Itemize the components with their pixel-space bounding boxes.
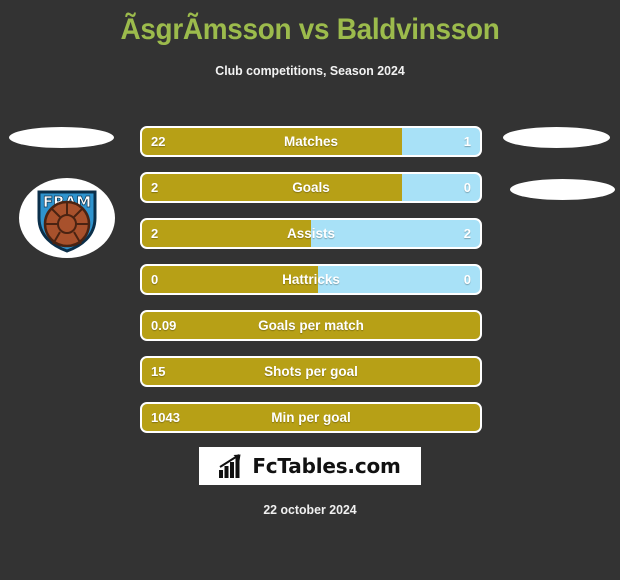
stat-label: Shots per goal xyxy=(264,364,358,379)
away-value: 2 xyxy=(463,226,471,241)
decorative-ellipse-left xyxy=(9,127,114,148)
stat-row-matches[interactable]: 22 Matches 1 xyxy=(140,126,482,157)
page-subtitle: Club competitions, Season 2024 xyxy=(215,63,405,78)
stat-row-goals-per-match[interactable]: 0.09 Goals per match xyxy=(140,310,482,341)
fctables-logo[interactable]: FcTables.com xyxy=(199,447,421,485)
stat-row-hattricks[interactable]: 0 Hattricks 0 xyxy=(140,264,482,295)
fctables-logo-text: FcTables.com xyxy=(252,454,401,478)
stat-row-goals[interactable]: 2 Goals 0 xyxy=(140,172,482,203)
bar-chart-arrow-icon xyxy=(219,454,241,478)
stat-label: Hattricks xyxy=(282,272,340,287)
stat-row-assists[interactable]: 2 Assists 2 xyxy=(140,218,482,249)
away-value: 1 xyxy=(463,134,471,149)
stat-bar-list: 22 Matches 1 2 Goals 0 2 Assists 2 0 Hat… xyxy=(140,126,482,448)
stat-row-min-per-goal[interactable]: 1043 Min per goal xyxy=(140,402,482,433)
stat-row-shots-per-goal[interactable]: 15 Shots per goal xyxy=(140,356,482,387)
decorative-ellipse-right-top xyxy=(503,127,610,148)
decorative-ellipse-right-bottom xyxy=(510,179,615,200)
stat-label: Assists xyxy=(286,226,336,241)
stat-label: Matches xyxy=(283,134,339,149)
away-value: 0 xyxy=(463,180,471,195)
fram-club-crest-icon: FRAM xyxy=(19,178,115,258)
stat-label: Min per goal xyxy=(271,410,351,425)
page-title: ÃsgrÃmsson vs Baldvinsson xyxy=(120,13,500,46)
away-value: 0 xyxy=(463,272,471,287)
footer-date: 22 october 2024 xyxy=(263,502,357,517)
stat-label: Goals xyxy=(292,180,330,195)
stat-label: Goals per match xyxy=(258,318,364,333)
stat-comparison-card: ÃsgrÃmsson vs Baldvinsson Club competiti… xyxy=(0,0,620,580)
